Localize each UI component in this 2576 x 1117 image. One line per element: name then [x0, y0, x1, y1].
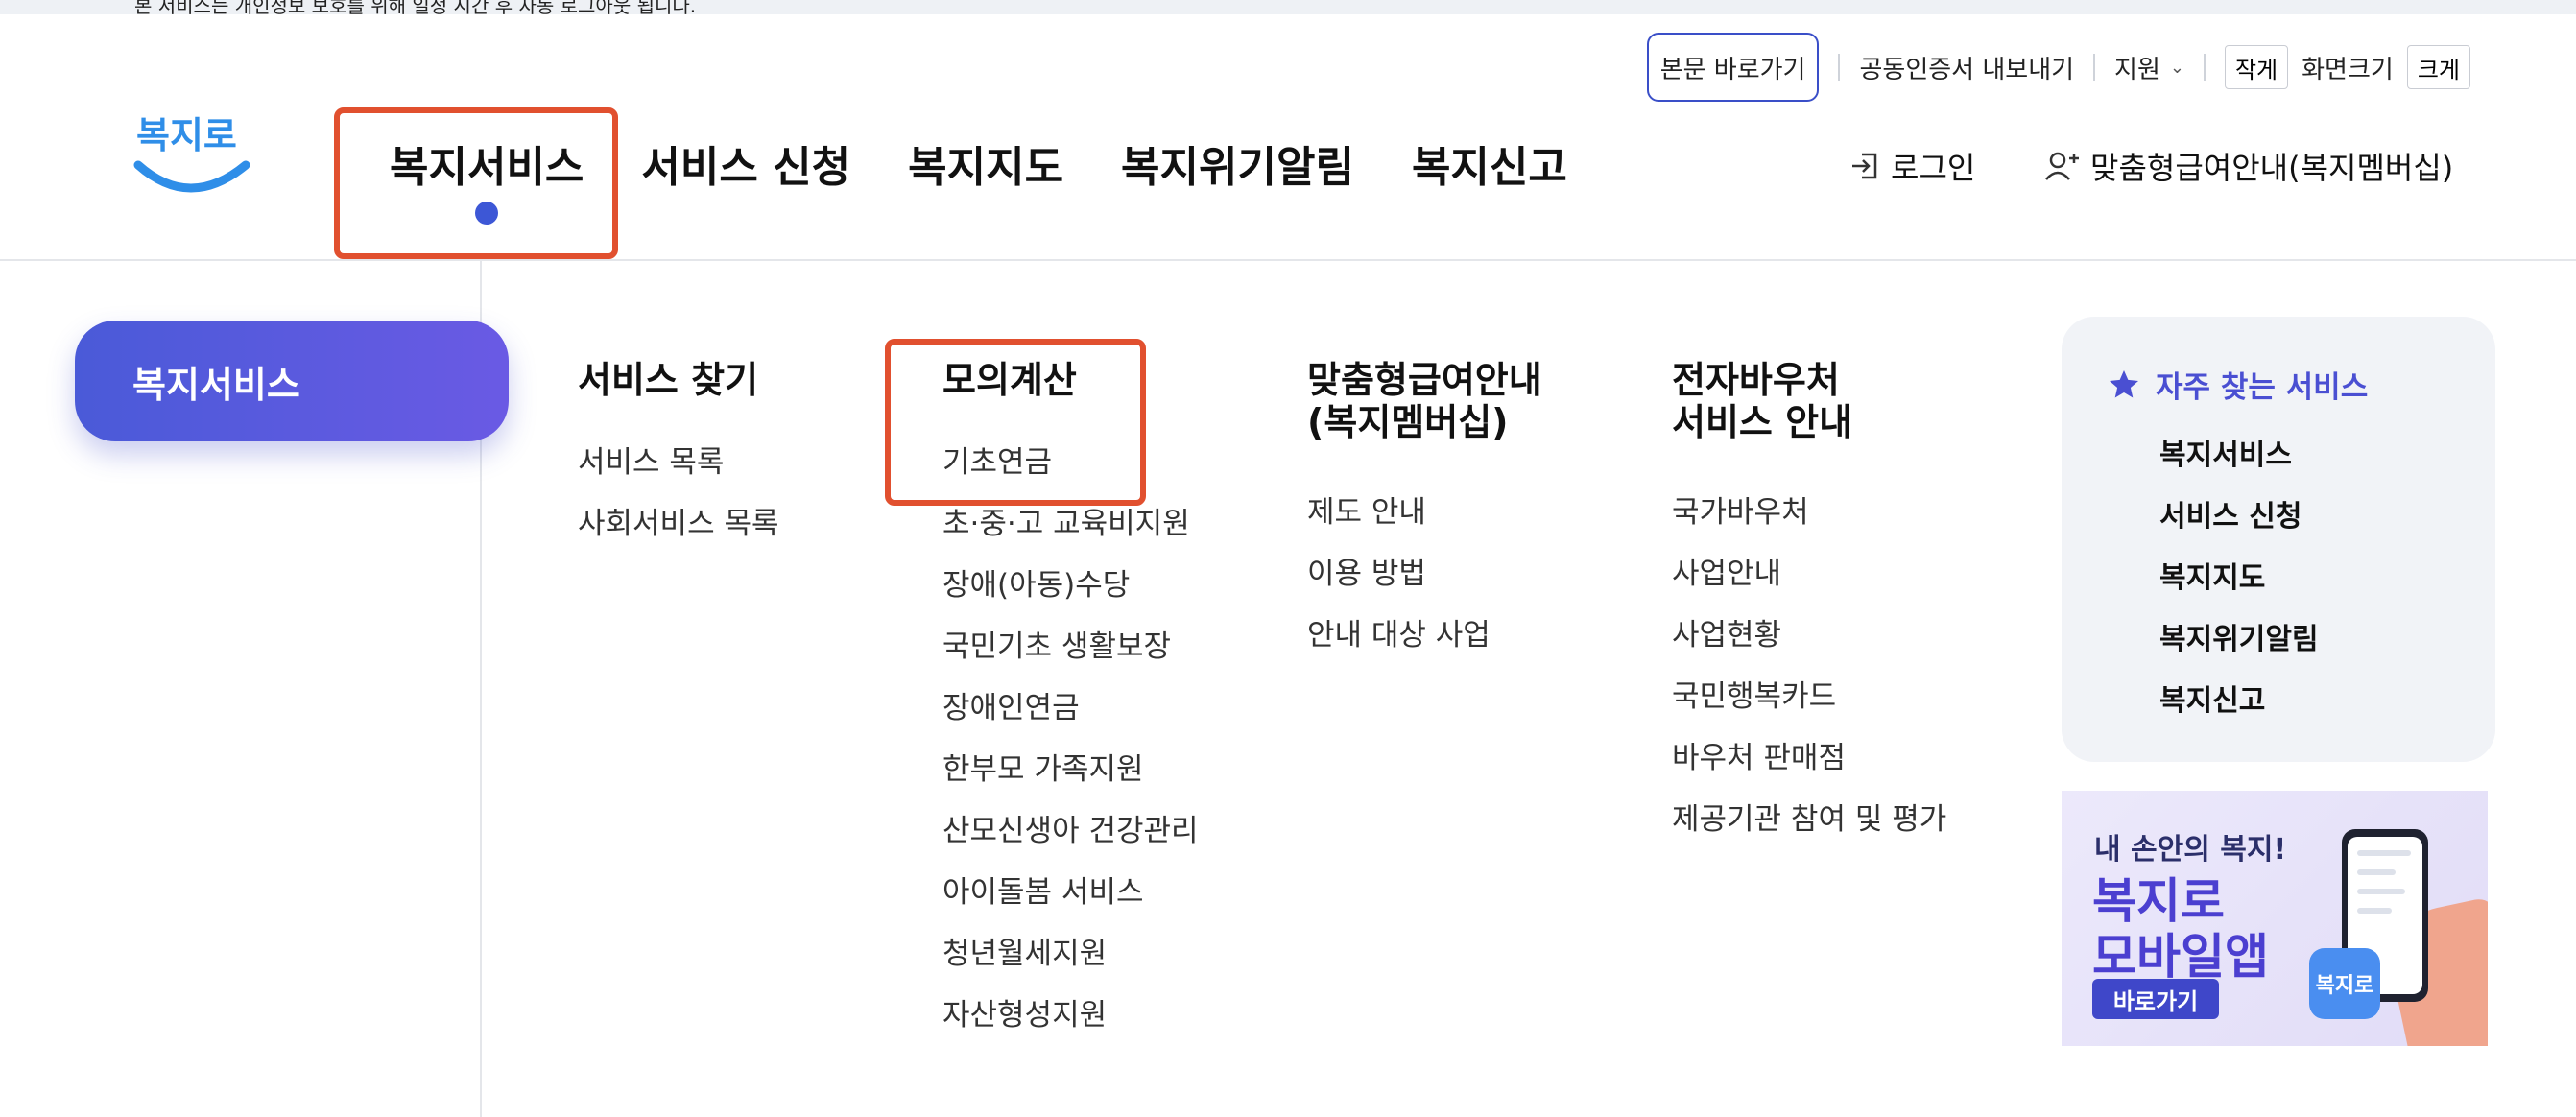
frequent-services-title: 자주 찾는 서비스 — [2106, 363, 2495, 406]
support-dropdown[interactable]: 지원 ⌄ — [2114, 50, 2184, 85]
gnb-welfare-map[interactable]: 복지지도 — [908, 132, 1063, 194]
login-label: 로그인 — [1891, 150, 1976, 186]
cert-export-link[interactable]: 공동인증서 내보내기 — [1859, 50, 2074, 85]
column-title: 전자바우처 서비스 안내 — [1672, 359, 1946, 443]
top-notice-text: 본 서비스는 개인정보 보호를 위해 일정 시간 후 자동 로그아웃 됩니다. — [134, 0, 697, 17]
column-list: 국가바우처 사업안내 사업현황 국민행복카드 바우처 판매점 제공기관 참여 및… — [1672, 482, 1946, 850]
list-item[interactable]: 장애(아동)수당 — [942, 555, 1199, 616]
highlight-box-mock-calc — [885, 339, 1146, 506]
utility-bar: 본문 바로가기 공동인증서 내보내기 지원 ⌄ 작게 화면크기 크게 — [1646, 33, 2470, 102]
side-category-pill[interactable]: 복지서비스 — [75, 321, 509, 441]
column-membership-guide: 맞춤형급여안내 (복지멤버십) 제도 안내 이용 방법 안내 대상 사업 — [1307, 359, 1542, 666]
banner-title: 복지로 모바일앱 — [2092, 873, 2269, 985]
column-title-line: 전자바우처 — [1672, 359, 1840, 401]
app-icon: 복지로 — [2309, 948, 2380, 1019]
frequent-title-label: 자주 찾는 서비스 — [2156, 370, 2369, 405]
login-link[interactable]: 로그인 — [1849, 144, 1975, 188]
list-item[interactable]: 이용 방법 — [1307, 543, 1542, 605]
skip-to-content-link[interactable]: 본문 바로가기 — [1646, 33, 1820, 102]
column-voucher-guide: 전자바우처 서비스 안내 국가바우처 사업안내 사업현황 국민행복카드 바우처 … — [1672, 359, 1946, 850]
column-title-line: (복지멤버십) — [1307, 401, 1509, 443]
column-list: 서비스 목록 사회서비스 목록 — [578, 432, 779, 555]
list-item[interactable]: 산모신생아 건강관리 — [942, 800, 1199, 862]
list-item[interactable]: 복지신고 — [2159, 671, 2495, 732]
list-item[interactable]: 사회서비스 목록 — [578, 493, 779, 555]
list-item[interactable]: 복지위기알림 — [2159, 609, 2495, 671]
list-item[interactable]: 사업안내 — [1672, 543, 1946, 605]
list-item[interactable]: 국민기초 생활보장 — [942, 616, 1199, 677]
support-label: 지원 — [2114, 55, 2160, 84]
column-title: 서비스 찾기 — [578, 359, 759, 401]
list-item[interactable]: 장애인연금 — [942, 677, 1199, 739]
top-notice-strip: 본 서비스는 개인정보 보호를 위해 일정 시간 후 자동 로그아웃 됩니다. — [0, 0, 2576, 17]
add-user-icon — [2045, 152, 2079, 180]
chevron-down-icon: ⌄ — [2169, 57, 2184, 78]
banner-subtitle: 내 손안의 복지! — [2094, 833, 2287, 867]
highlight-box-gnb — [334, 107, 618, 259]
bokjiro-logo[interactable]: 복지로 — [132, 104, 251, 209]
list-item[interactable]: 청년월세지원 — [942, 923, 1199, 985]
divider — [1838, 54, 1841, 81]
list-item[interactable]: 서비스 목록 — [578, 432, 779, 493]
column-list: 제도 안내 이용 방법 안내 대상 사업 — [1307, 482, 1542, 666]
login-icon — [1852, 153, 1877, 179]
list-item[interactable]: 사업현황 — [1672, 605, 1946, 666]
mobile-app-banner[interactable]: 내 손안의 복지! 복지로 모바일앱 바로가기 복지로 — [2062, 791, 2488, 1046]
banner-title-line: 모바일앱 — [2092, 929, 2269, 985]
list-item[interactable]: 복지서비스 — [2159, 425, 2495, 487]
header-divider — [0, 259, 2576, 261]
list-item[interactable]: 국가바우처 — [1672, 482, 1946, 543]
membership-label: 맞춤형급여안내(복지멤버십) — [2090, 150, 2454, 186]
list-item[interactable]: 아이돌봄 서비스 — [942, 862, 1199, 923]
list-item[interactable]: 복지지도 — [2159, 548, 2495, 609]
frequent-list: 복지서비스 서비스 신청 복지지도 복지위기알림 복지신고 — [2106, 425, 2495, 732]
list-item[interactable]: 자산형성지원 — [942, 985, 1199, 1046]
column-list: 기초연금 초·중·고 교육비지원 장애(아동)수당 국민기초 생활보장 장애인연… — [942, 432, 1199, 1046]
list-item[interactable]: 서비스 신청 — [2159, 487, 2495, 548]
column-service-search: 서비스 찾기 서비스 목록 사회서비스 목록 — [578, 359, 779, 555]
list-item[interactable]: 제공기관 참여 및 평가 — [1672, 789, 1946, 850]
font-small-button[interactable]: 작게 — [2224, 45, 2289, 89]
list-item[interactable]: 제도 안내 — [1307, 482, 1542, 543]
divider — [2093, 54, 2096, 81]
membership-link[interactable]: 맞춤형급여안내(복지멤버십) — [2044, 144, 2453, 188]
column-title-line: 맞춤형급여안내 — [1307, 359, 1542, 401]
divider — [2203, 54, 2206, 81]
logo-icon: 복지로 — [133, 114, 250, 193]
gnb-crisis-alert[interactable]: 복지위기알림 — [1121, 132, 1354, 194]
frequent-services-box: 자주 찾는 서비스 복지서비스 서비스 신청 복지지도 복지위기알림 복지신고 — [2062, 317, 2495, 762]
font-size-label: 화면크기 — [2302, 55, 2394, 84]
column-title: 맞춤형급여안내 (복지멤버십) — [1307, 359, 1542, 443]
list-item[interactable]: 바우처 판매점 — [1672, 727, 1946, 789]
banner-title-line: 복지로 — [2092, 873, 2225, 929]
font-large-button[interactable]: 크게 — [2406, 45, 2470, 89]
star-icon — [2110, 369, 2138, 397]
list-item[interactable]: 한부모 가족지원 — [942, 739, 1199, 800]
banner-go-button[interactable]: 바로가기 — [2092, 979, 2219, 1019]
list-item[interactable]: 국민행복카드 — [1672, 666, 1946, 727]
gnb-welfare-report[interactable]: 복지신고 — [1412, 132, 1567, 194]
logo-wordmark: 복지로 — [136, 114, 237, 156]
gnb-service-apply[interactable]: 서비스 신청 — [641, 132, 850, 194]
list-item[interactable]: 안내 대상 사업 — [1307, 605, 1542, 666]
column-title-line: 서비스 안내 — [1672, 401, 1853, 443]
